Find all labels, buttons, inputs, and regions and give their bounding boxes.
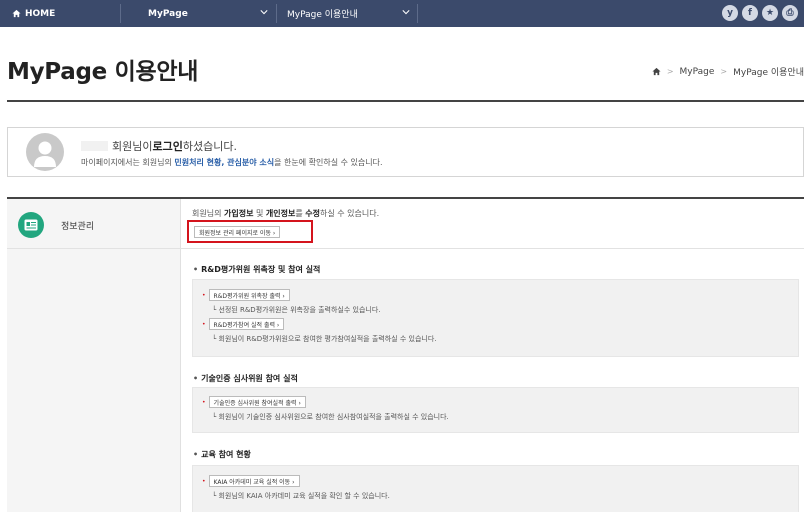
list-item: • R&D평가위원 위촉장 출력 › (202, 289, 290, 301)
welcome-post: 하셨습니다. (182, 140, 237, 153)
go-to-profile-button[interactable]: 회원정보 관리 페이지로 이동 › (194, 226, 281, 238)
mypage-dropdown[interactable]: MyPage (120, 0, 275, 27)
guide-dropdown-label: MyPage 이용안내 (287, 10, 358, 20)
subsection-box: • KAIA 아카데미 교육 실적 이동 › └ 회원님의 KAIA 아카데미 … (192, 465, 799, 512)
home-link[interactable]: HOME (0, 0, 120, 27)
profile-edit-row: 회원님의 가입정보 및 개인정보를 수정하실 수 있습니다. 회원정보 관리 페… (181, 199, 804, 249)
section-label: 정보관리 (61, 222, 95, 232)
bullet: • (202, 291, 206, 299)
academy-record-button[interactable]: KAIA 아카데미 교육 실적 이동 › (208, 475, 300, 487)
text-bold: 개인정보 (265, 209, 296, 218)
section-side-column: 정보관리 (7, 199, 181, 512)
bullet: • (202, 398, 206, 406)
bullet: • (193, 374, 199, 383)
breadcrumb-item-current: MyPage 이용안내 (733, 68, 804, 78)
print-evaluation-record-button[interactable]: R&D평가참여 실적 출력 › (208, 318, 285, 330)
nav-divider (417, 4, 418, 23)
breadcrumb-separator: > (720, 67, 728, 76)
item-note: └ 회원님의 KAIA 아카데미 교육 실적을 확인 할 수 있습니다. (212, 492, 390, 500)
subsection-title: • R&D평가위원 위촉장 및 참여 실적 (193, 264, 320, 275)
login-welcome: 회원님이 로그인 하셨습니다. (81, 138, 237, 154)
info-management-section: 정보관리 회원님의 가입정보 및 개인정보를 수정하실 수 있습니다. 회원정보… (7, 197, 804, 512)
section-side-header: 정보관리 (7, 199, 181, 249)
section-content: 회원님의 가입정보 및 개인정보를 수정하실 수 있습니다. 회원정보 관리 페… (181, 199, 804, 512)
bullet: • (193, 265, 199, 274)
list-item: • 기술인증 심사위원 참여실적 출력 › (202, 396, 306, 408)
subsection-title: • 교육 참여 현황 (193, 449, 251, 460)
bullet: • (193, 450, 199, 459)
breadcrumb: > MyPage > MyPage 이용안내 (652, 65, 804, 78)
print-appointment-button[interactable]: R&D평가위원 위촉장 출력 › (208, 289, 290, 301)
member-name-placeholder (81, 141, 108, 151)
bullet: • (202, 320, 206, 328)
login-status-box: 회원님이 로그인 하셨습니다. 마이페이지에서는 회원님의 민원처리 현황, 관… (7, 127, 804, 177)
home-icon (12, 9, 21, 18)
subsection-title-text: R&D평가위원 위촉장 및 참여 실적 (201, 265, 321, 274)
subsection-title: • 기술인증 심사위원 참여 실적 (193, 373, 298, 384)
print-review-record-button[interactable]: 기술인증 심사위원 참여실적 출력 › (208, 396, 306, 408)
page-title: MyPage 이용안내 (7, 59, 199, 85)
mypage-dropdown-label: MyPage (148, 8, 188, 19)
text: 하실 수 있습니다. (319, 209, 380, 218)
bookmark-icon[interactable]: ★ (762, 5, 778, 21)
home-icon[interactable] (652, 67, 661, 76)
bullet: • (202, 477, 206, 485)
print-icon[interactable]: ⎙ (782, 5, 798, 21)
chevron-down-icon[interactable] (260, 8, 268, 16)
text-bold: 가입정보 (223, 209, 254, 218)
top-navigation-bar: HOME MyPage MyPage 이용안내 y f ★ ⎙ (0, 0, 804, 27)
twitter-icon[interactable]: y (722, 5, 738, 21)
text: 및 (253, 209, 266, 218)
list-item: • R&D평가참여 실적 출력 › (202, 318, 285, 330)
desc-post: 을 한눈에 확인하실 수 있습니다. (274, 158, 383, 167)
guide-dropdown[interactable]: MyPage 이용안내 (276, 0, 416, 27)
social-share-group: y f ★ ⎙ (722, 5, 798, 21)
breadcrumb-item[interactable]: MyPage (680, 67, 715, 77)
desc-pre: 마이페이지에서는 회원님의 (81, 158, 175, 167)
item-note: └ 회원님이 기술인증 심사위원으로 참여한 심사참여실적을 출력하실 수 있습… (212, 413, 449, 421)
welcome-bold: 로그인 (152, 140, 183, 153)
list-item: • KAIA 아카데미 교육 실적 이동 › (202, 475, 300, 487)
subsection-box: • 기술인증 심사위원 참여실적 출력 › └ 회원님이 기술인증 심사위원으로… (192, 387, 799, 433)
user-silhouette-icon (34, 141, 56, 167)
title-divider (7, 100, 804, 102)
subsection-box: • R&D평가위원 위촉장 출력 › └ 선정된 R&D평가위원은 위촉장을 출… (192, 279, 799, 357)
welcome-pre: 회원님이 (112, 140, 153, 153)
profile-edit-description: 회원님의 가입정보 및 개인정보를 수정하실 수 있습니다. (192, 208, 379, 219)
avatar (26, 133, 64, 171)
home-label: HOME (25, 8, 56, 19)
chevron-down-icon[interactable] (402, 8, 410, 16)
desc-highlight: 민원처리 현황, 관심분야 소식 (174, 158, 275, 167)
item-note: └ 회원님이 R&D평가위원으로 참여한 평가참여실적을 출력하실 수 있습니다… (212, 335, 437, 343)
id-card-icon (18, 212, 44, 238)
login-description: 마이페이지에서는 회원님의 민원처리 현황, 관심분야 소식을 한눈에 확인하실… (81, 157, 383, 168)
facebook-icon[interactable]: f (742, 5, 758, 21)
text: 를 (295, 209, 306, 218)
text-bold: 수정 (305, 209, 320, 218)
subsection-title-text: 교육 참여 현황 (201, 450, 251, 459)
text: 회원님의 (192, 209, 224, 218)
breadcrumb-separator: > (666, 67, 674, 76)
subsection-title-text: 기술인증 심사위원 참여 실적 (201, 374, 298, 383)
item-note: └ 선정된 R&D평가위원은 위촉장을 출력하실수 있습니다. (212, 306, 381, 314)
